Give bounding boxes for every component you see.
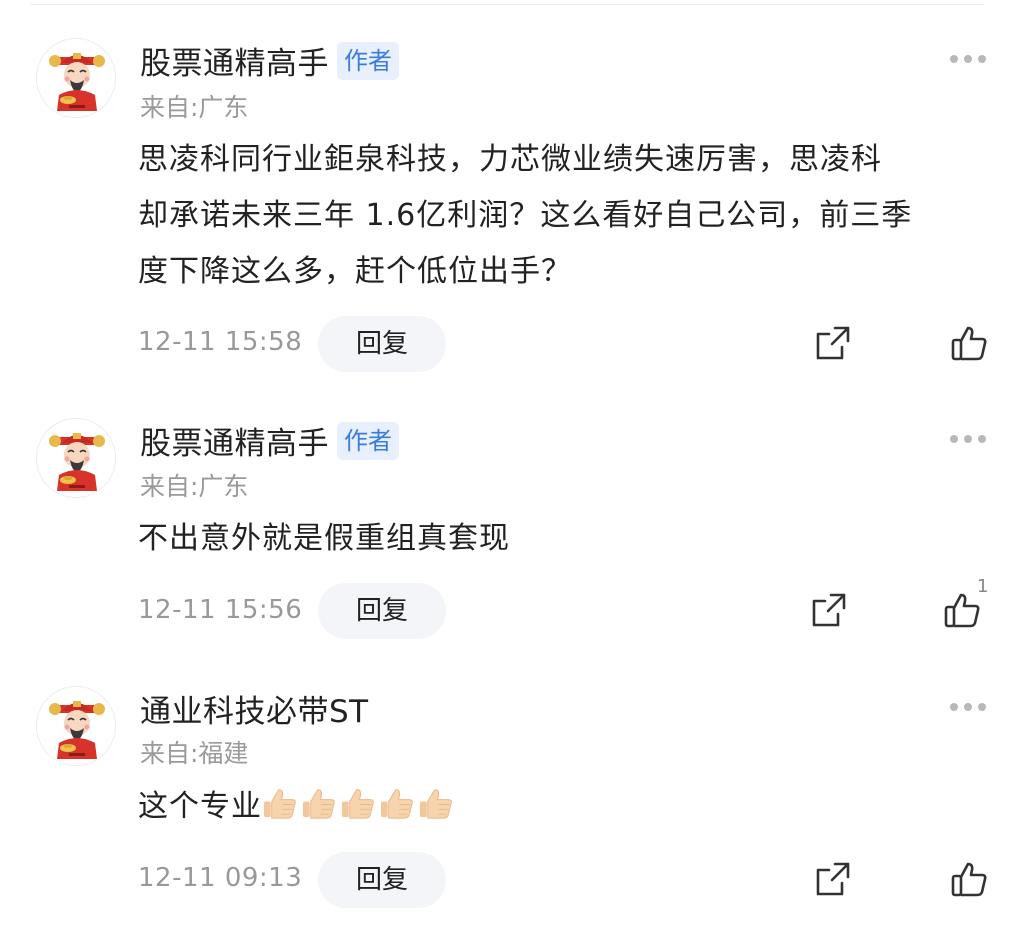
thumbs-up-emoji-icon [340,784,375,820]
thumbs-up-emoji-icon [418,784,453,820]
comment-text: 不出意外就是假重组真套现 [138,511,998,567]
thumbs-up-icon[interactable] [942,590,982,630]
emoji-row [262,789,457,824]
comment-time: 12-11 09:13 [138,863,303,893]
location-label: 来自:广东 [140,472,249,501]
comment-header: 股票通精高手 作者 [140,38,399,83]
comment-text: 思凌科同行业鉅泉科技，力芯微业绩失速厉害，思凌科 却承诺未来三年 1.6亿利润？… [138,132,998,300]
thumbs-up-emoji-icon [262,784,297,820]
caishen-avatar-icon [37,687,115,765]
top-divider [30,0,984,5]
author-badge: 作者 [337,421,399,460]
comment-time: 12-11 15:56 [138,595,303,625]
avatar[interactable] [36,38,116,118]
comment-text-content: 这个专业 [138,789,262,824]
comment-text-line: 度下降这么多，赶个低位出手？ [138,254,572,289]
location-label: 来自:广东 [140,93,249,122]
comment-text: 这个专业 [138,779,998,835]
caishen-avatar-icon [37,39,115,117]
comment-text-line: 不出意外就是假重组真套现 [138,521,510,556]
thumbs-up-icon[interactable] [949,859,989,899]
reply-button[interactable]: 回复 [318,852,446,908]
reply-button[interactable]: 回复 [318,316,446,372]
comment-header: 股票通精高手 作者 [140,418,399,463]
caishen-avatar-icon [37,419,115,497]
comment-text-line: 却承诺未来三年 1.6亿利润？这么看好自己公司，前三季 [138,198,913,233]
username[interactable]: 通业科技必带ST [140,686,369,731]
comment-time: 12-11 15:58 [138,327,303,357]
comment-header: 通业科技必带ST [140,686,369,731]
thumbs-up-emoji-icon [379,784,414,820]
share-icon[interactable] [809,590,849,630]
more-options-icon[interactable] [950,701,986,713]
username[interactable]: 股票通精高手 [140,38,329,83]
thumbs-up-emoji-icon [301,784,336,820]
share-icon[interactable] [813,859,853,899]
location-label: 来自:福建 [140,739,249,768]
avatar[interactable] [36,418,116,498]
comment-text-line: 思凌科同行业鉅泉科技，力芯微业绩失速厉害，思凌科 [138,142,882,177]
thumbs-up-icon[interactable] [949,323,989,363]
share-icon[interactable] [813,323,853,363]
avatar[interactable] [36,686,116,766]
username[interactable]: 股票通精高手 [140,418,329,463]
like-count: 1 [977,576,989,597]
more-options-icon[interactable] [950,53,986,65]
author-badge: 作者 [337,41,399,80]
more-options-icon[interactable] [950,433,986,445]
reply-button[interactable]: 回复 [318,583,446,639]
